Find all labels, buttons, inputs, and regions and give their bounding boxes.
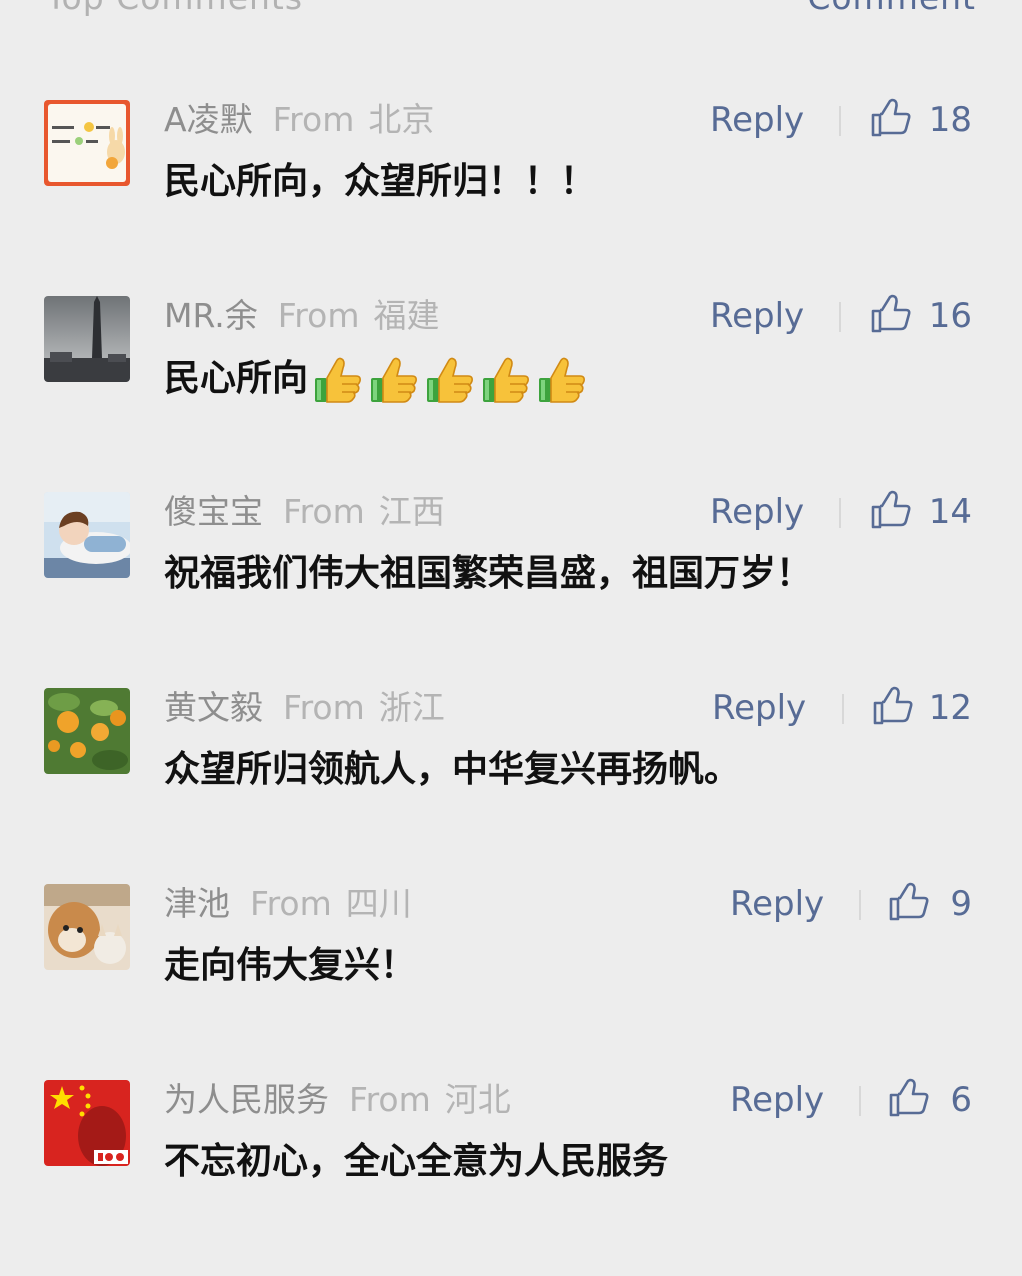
divider — [839, 498, 841, 528]
comment-meta: MR.余 From 福建 — [164, 296, 439, 336]
comment-item: 为人民服务 From 河北 Reply 6 不忘初心，全心全意为人民服务 — [0, 1078, 1022, 1276]
commenter-name[interactable]: 为人民服务 — [164, 1080, 329, 1119]
comment-item: MR.余 From 福建 Reply 16 民心所向 — [0, 294, 1022, 492]
comment-text: 走向伟大复兴！ — [164, 945, 417, 986]
thumbs-up-icon[interactable] — [868, 292, 912, 336]
comment-item: 津池 From 四川 Reply 9 走向伟大复兴！ — [0, 882, 1022, 1080]
like-count: 12 — [928, 688, 972, 728]
comment-meta: A凌默 From 北京 — [164, 100, 434, 140]
comment-location: 河北 — [444, 1080, 511, 1119]
commenter-name[interactable]: 黄文毅 — [164, 688, 263, 727]
comment-origin: From 浙江 — [283, 688, 445, 727]
reply-button[interactable]: Reply — [730, 1080, 824, 1120]
comment-text: 祝福我们伟大祖国繁荣昌盛，祖国万岁！ — [164, 553, 813, 594]
thumbs-up-emoji — [539, 357, 585, 403]
comment-item: 黄文毅 From 浙江 Reply 12 众望所归领航人，中华复兴再扬帆。 — [0, 686, 1022, 884]
comment-text: 民心所向 — [164, 354, 592, 406]
comment-origin: From 河北 — [349, 1080, 511, 1119]
thumbs-up-emoji — [483, 357, 529, 403]
comment-location: 四川 — [345, 884, 412, 923]
comment-text: 众望所归领航人，中华复兴再扬帆。 — [164, 749, 741, 790]
flag-100-avatar[interactable] — [44, 1080, 130, 1166]
comment-location: 江西 — [378, 492, 445, 531]
like-count: 18 — [928, 100, 972, 140]
thumbs-up-emoji — [427, 357, 473, 403]
top-comments-title: Top Comments — [46, 0, 303, 17]
thumbs-up-icon[interactable] — [886, 1076, 930, 1120]
comment-meta: 津池 From 四川 — [164, 884, 412, 924]
commenter-name[interactable]: A凌默 — [164, 100, 253, 139]
reply-button[interactable]: Reply — [710, 492, 804, 532]
comment-text: 民心所向，众望所归！！！ — [164, 161, 597, 202]
like-count: 6 — [950, 1080, 972, 1120]
divider — [839, 302, 841, 332]
reply-button[interactable]: Reply — [712, 688, 806, 728]
comment-text-body: 民心所向 — [164, 358, 309, 399]
reply-button[interactable]: Reply — [730, 884, 824, 924]
reply-button[interactable]: Reply — [710, 100, 804, 140]
thumbs-up-emoji — [371, 357, 417, 403]
dog-cat-avatar[interactable] — [44, 884, 130, 970]
comment-location: 北京 — [368, 100, 435, 139]
comment-meta: 傻宝宝 From 江西 — [164, 492, 445, 532]
thumbs-up-icon[interactable] — [870, 684, 914, 728]
thumbs-up-icon[interactable] — [868, 96, 912, 140]
comment-location: 浙江 — [378, 688, 445, 727]
comment-location: 福建 — [373, 296, 440, 335]
from-label: From — [283, 688, 365, 727]
from-label: From — [283, 492, 365, 531]
thumbs-up-icon[interactable] — [868, 488, 912, 532]
thumbs-up-icon[interactable] — [886, 880, 930, 924]
commenter-name[interactable]: 津池 — [164, 884, 230, 923]
comment-origin: From 江西 — [283, 492, 445, 531]
from-label: From — [272, 100, 355, 139]
comment-meta: 黄文毅 From 浙江 — [164, 688, 445, 728]
like-count: 9 — [950, 884, 972, 924]
divider — [842, 694, 844, 724]
from-label: From — [250, 884, 332, 923]
divider — [859, 890, 861, 920]
divider — [859, 1086, 861, 1116]
comment-item: A凌默 From 北京 Reply 18 民心所向，众望所归！！！ — [0, 98, 1022, 296]
comment-text: 不忘初心，全心全意为人民服务 — [164, 1141, 669, 1182]
comment-meta: 为人民服务 From 河北 — [164, 1080, 511, 1120]
like-count: 14 — [928, 492, 972, 532]
sleeping-cartoon-avatar[interactable] — [44, 492, 130, 578]
write-comment-link[interactable]: Comment — [807, 0, 976, 17]
like-count: 16 — [928, 296, 972, 336]
thumbs-up-emoji — [315, 357, 361, 403]
sun-rabbit-card-avatar[interactable] — [44, 100, 130, 186]
comment-item: 傻宝宝 From 江西 Reply 14 祝福我们伟大祖国繁荣昌盛，祖国万岁！ — [0, 490, 1022, 688]
thumbs-up-emoji-row — [312, 354, 592, 406]
obelisk-photo-avatar[interactable] — [44, 296, 130, 382]
orange-tree-avatar[interactable] — [44, 688, 130, 774]
from-label: From — [277, 296, 360, 335]
commenter-name[interactable]: MR.余 — [164, 296, 258, 335]
from-label: From — [349, 1080, 431, 1119]
reply-button[interactable]: Reply — [710, 296, 804, 336]
comments-header: Top Comments Comment — [0, 0, 1022, 40]
comment-origin: From 福建 — [278, 296, 440, 335]
comment-origin: From 北京 — [273, 100, 435, 139]
divider — [839, 106, 841, 136]
commenter-name[interactable]: 傻宝宝 — [164, 492, 263, 531]
comment-origin: From 四川 — [250, 884, 412, 923]
